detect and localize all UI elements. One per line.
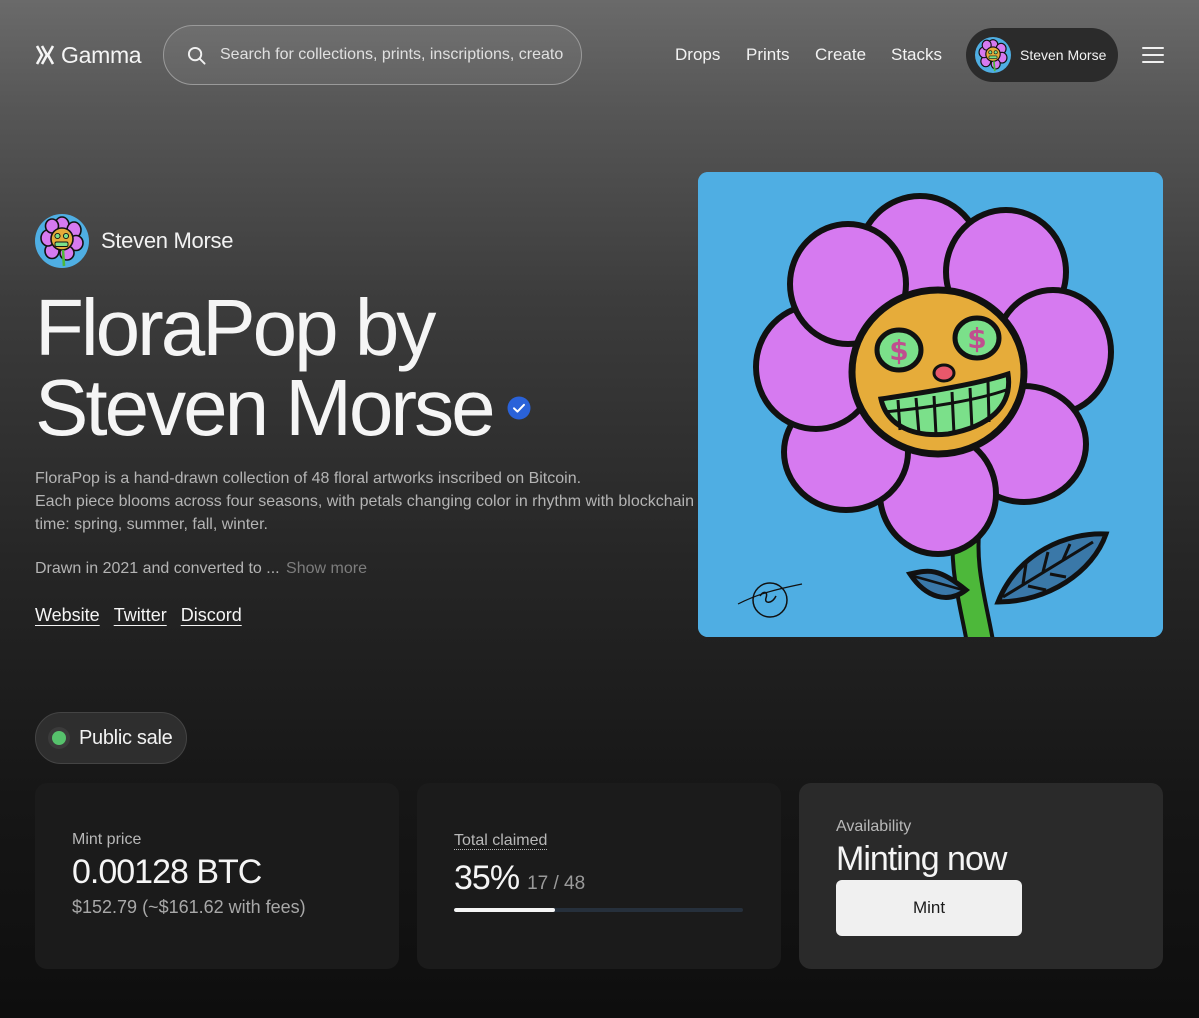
nav-drops[interactable]: Drops xyxy=(675,45,720,65)
svg-text:$: $ xyxy=(967,322,986,355)
user-name: Steven Morse xyxy=(1020,47,1107,63)
availability-value: Minting now xyxy=(836,840,1007,878)
total-claimed-card: Total claimed 35% 17 / 48 xyxy=(417,783,781,969)
show-more-link[interactable]: Show more xyxy=(286,560,367,577)
user-menu-button[interactable]: Steven Morse xyxy=(966,28,1118,82)
logo-text: Gamma xyxy=(61,41,142,68)
creator-avatar xyxy=(35,214,89,268)
description-line-2: Each piece blooms across four seasons, w… xyxy=(35,493,694,533)
description-truncated: Drawn in 2021 and converted to ... Show … xyxy=(35,560,367,578)
collection-artwork[interactable]: $ $ xyxy=(698,172,1163,637)
nav-create[interactable]: Create xyxy=(815,45,866,65)
hamburger-menu-icon[interactable] xyxy=(1142,46,1164,64)
verified-badge-icon xyxy=(507,396,531,420)
availability-card: Availability Minting now Mint xyxy=(799,783,1163,969)
title-line-1: FloraPop by xyxy=(35,283,436,372)
sale-status-label: Public sale xyxy=(79,726,173,749)
creator-link[interactable]: Steven Morse xyxy=(35,214,233,268)
status-dot xyxy=(48,727,70,749)
mint-price-value: 0.00128 BTC xyxy=(72,853,262,891)
claimed-summary: 35% 17 / 48 xyxy=(454,859,585,898)
claimed-percent: 35% xyxy=(454,859,520,897)
gamma-logo-icon xyxy=(35,45,55,65)
claimed-progress-fill xyxy=(454,908,556,912)
availability-label: Availability xyxy=(836,818,912,835)
description-line-1: FloraPop is a hand-drawn collection of 4… xyxy=(35,470,582,487)
sale-status-badge: Public sale xyxy=(35,712,187,764)
discord-link[interactable]: Discord xyxy=(181,605,242,626)
creator-name: Steven Morse xyxy=(101,228,234,253)
mint-price-card: Mint price 0.00128 BTC $152.79 (~$161.62… xyxy=(35,783,399,969)
title-line-2-text: Steven Morse xyxy=(35,363,496,452)
user-avatar xyxy=(975,37,1011,73)
nav-stacks[interactable]: Stacks xyxy=(891,45,942,65)
svg-text:$: $ xyxy=(889,334,908,367)
search-icon xyxy=(187,46,206,65)
mint-price-label: Mint price xyxy=(72,831,142,848)
social-links: Website Twitter Discord xyxy=(35,605,242,626)
search-input[interactable] xyxy=(220,46,565,64)
twitter-link[interactable]: Twitter xyxy=(114,605,167,626)
search-bar[interactable] xyxy=(163,25,582,85)
gamma-logo[interactable]: Gamma xyxy=(35,38,142,72)
flower-artwork-image: $ $ xyxy=(698,172,1163,637)
claimed-count: 17 / 48 xyxy=(527,873,586,894)
mint-price-usd: $152.79 (~$161.62 with fees) xyxy=(72,897,306,917)
total-claimed-label[interactable]: Total claimed xyxy=(454,832,548,850)
claimed-progress-bar xyxy=(454,908,743,912)
collection-title: FloraPop by Steven Morse xyxy=(35,288,655,448)
mint-button[interactable]: Mint xyxy=(836,880,1022,936)
title-line-2: Steven Morse xyxy=(35,368,655,448)
website-link[interactable]: Website xyxy=(35,605,100,626)
nav-prints[interactable]: Prints xyxy=(746,45,789,65)
collection-description: FloraPop is a hand-drawn collection of 4… xyxy=(35,467,695,536)
description-more-text: Drawn in 2021 and converted to ... xyxy=(35,560,280,577)
